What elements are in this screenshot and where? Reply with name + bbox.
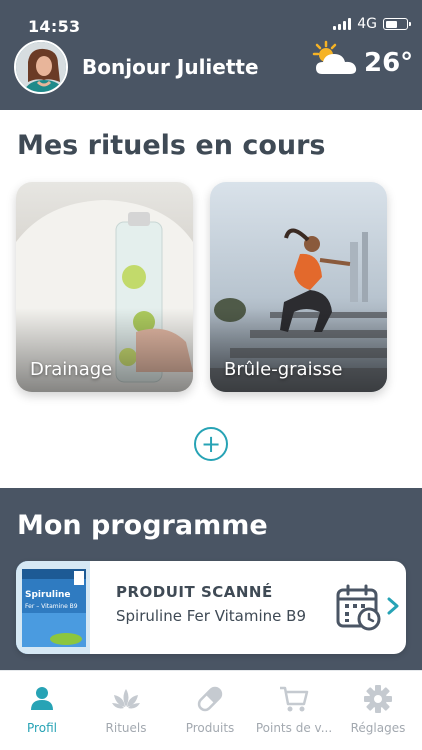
calendar-clock-icon[interactable]: [334, 583, 382, 631]
signal-icon: [333, 18, 352, 30]
tab-label: Points de v...: [255, 721, 333, 735]
tab-reglages[interactable]: Réglages: [336, 671, 420, 750]
tab-produits[interactable]: Produits: [168, 671, 252, 750]
tab-label: Réglages: [350, 721, 406, 735]
lotus-icon: [112, 689, 140, 709]
cart-icon: [280, 686, 309, 712]
ritual-card-label: Drainage: [30, 359, 113, 380]
greeting-text: Bonjour Juliette: [82, 55, 259, 79]
tab-rituels[interactable]: Rituels: [84, 671, 168, 750]
battery-icon: [383, 18, 411, 30]
tab-label: Rituels: [105, 721, 147, 735]
product-box-subtext: Fer – Vitamine B9: [25, 603, 78, 610]
status-time: 14:53: [28, 17, 81, 36]
product-type-label: PRODUIT SCANNÉ: [116, 583, 273, 601]
ritual-card-drainage[interactable]: Drainage: [16, 182, 193, 392]
tab-points-de-vente[interactable]: Points de v...: [252, 671, 336, 750]
tab-label: Produits: [185, 721, 235, 735]
bottom-tab-bar: Profil Rituels Produits Points de v... R…: [0, 670, 422, 750]
product-name: Spiruline Fer Vitamine B9: [116, 607, 306, 625]
gear-icon: [364, 685, 392, 713]
status-indicators: 4G: [333, 16, 411, 32]
rituels-section-title: Mes rituels en cours: [17, 130, 326, 161]
temperature: 26°: [364, 48, 414, 78]
product-box-text: Spiruline: [25, 590, 71, 600]
app-header: 14:53 4G Bonjour Juliette 26°: [0, 0, 422, 110]
pill-icon: [197, 686, 223, 712]
tab-label: Profil: [27, 721, 57, 735]
product-image: Spiruline Fer – Vitamine B9: [16, 561, 90, 654]
person-icon: [31, 687, 53, 710]
programme-section-title: Mon programme: [17, 510, 268, 541]
status-bar: 14:53 4G: [0, 0, 422, 40]
ritual-card-label: Brûle-graisse: [224, 359, 343, 380]
avatar[interactable]: [14, 40, 68, 94]
sun-cloud-icon: [312, 40, 357, 74]
add-ritual-button[interactable]: +: [194, 427, 228, 461]
plus-icon: +: [200, 430, 222, 458]
network-type: 4G: [357, 16, 377, 32]
tab-profil[interactable]: Profil: [0, 671, 84, 750]
scanned-product-card[interactable]: Spiruline Fer – Vitamine B9 PRODUIT SCAN…: [16, 561, 406, 654]
ritual-card-brule-graisse[interactable]: Brûle-graisse: [210, 182, 387, 392]
chevron-right-icon[interactable]: [386, 597, 400, 615]
